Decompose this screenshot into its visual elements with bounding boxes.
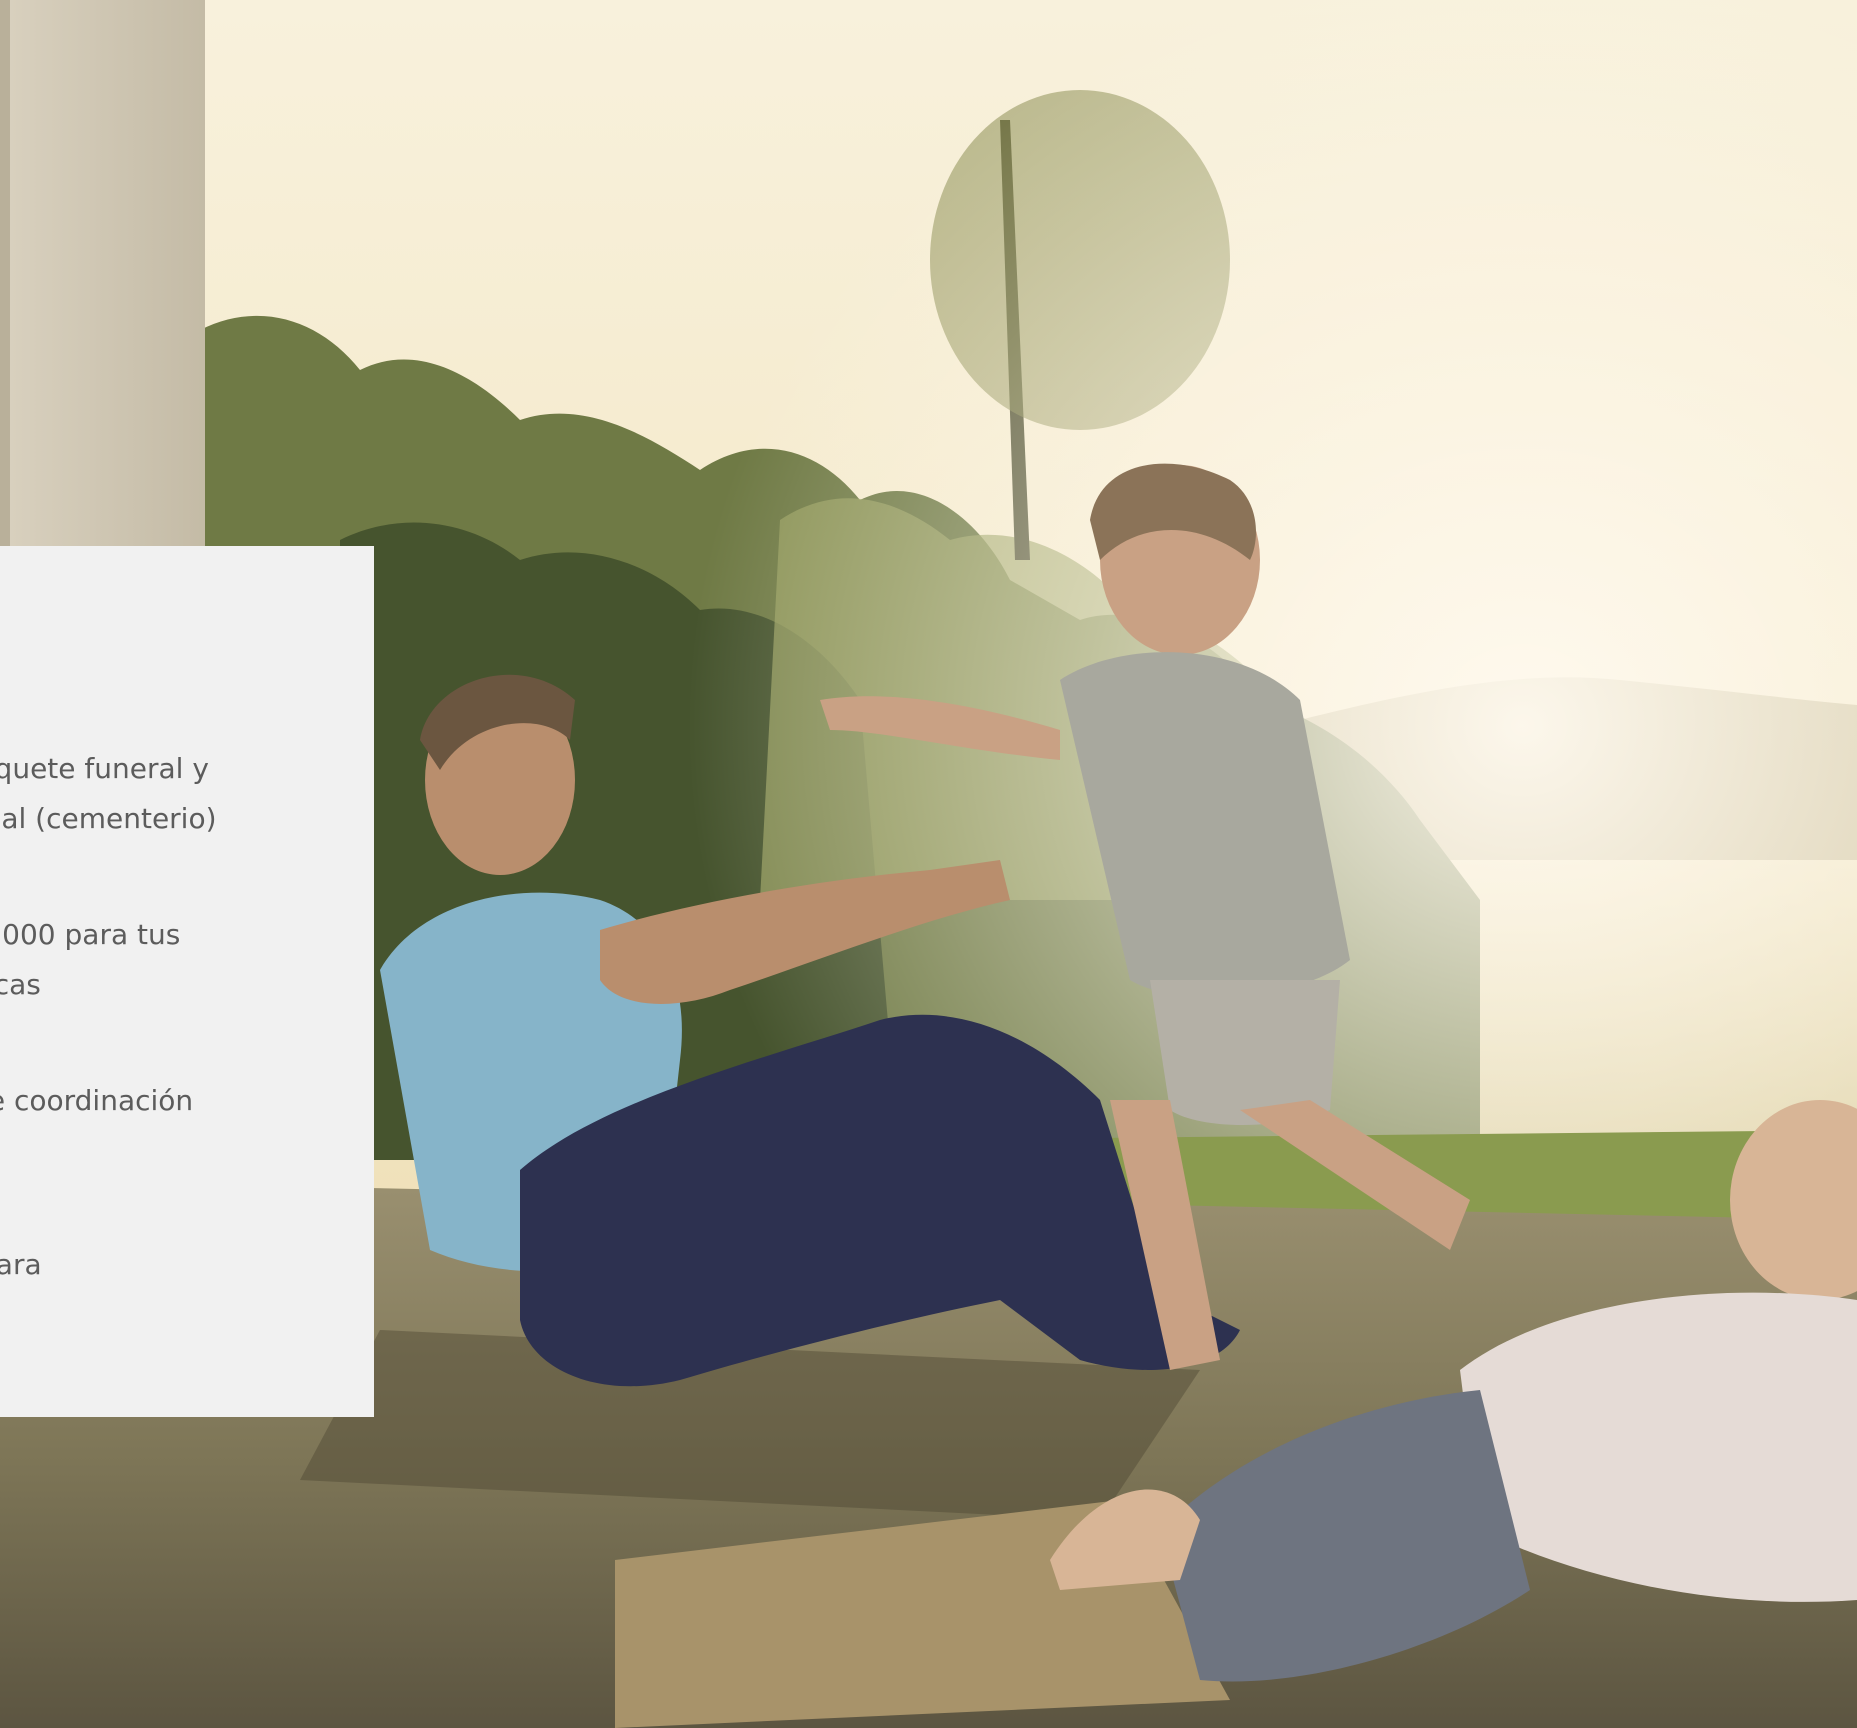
benefit-line: que conozcas [0, 968, 41, 1001]
pillar [0, 0, 205, 560]
benefit-line: Incluye paquete funeral y [0, 752, 209, 785]
benefit-item: Hasta $50,000 para tus que conozcas [0, 910, 180, 1010]
benefit-line: Asesoría para [0, 1248, 42, 1281]
benefit-line: espacio final (cementerio) [0, 802, 217, 835]
benefits-card: Incluye paquete funeral y espacio final … [0, 546, 374, 1417]
benefit-item: Incluye paquete funeral y espacio final … [0, 744, 217, 844]
benefit-item: Asesoría para [0, 1240, 42, 1290]
benefit-item: Servicio de coordinación [0, 1076, 193, 1126]
benefit-line: Hasta $50,000 para tus [0, 918, 181, 951]
page: Incluye paquete funeral y espacio final … [0, 0, 1857, 1728]
benefit-line: Servicio de coordinación [0, 1084, 194, 1117]
